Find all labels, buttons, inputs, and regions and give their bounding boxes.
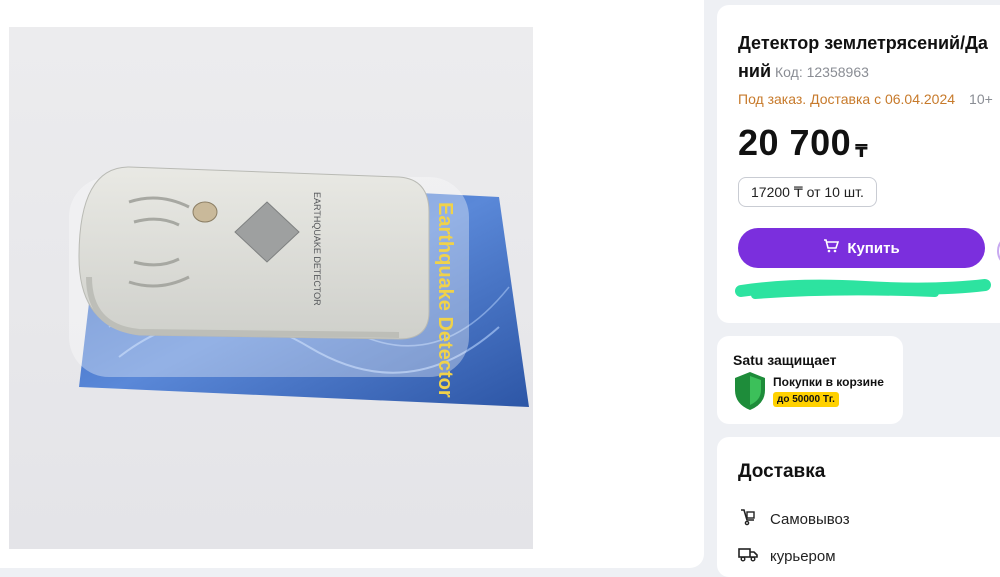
protection-badge: до 50000 Тг.: [773, 392, 839, 407]
price-currency: ₸: [855, 141, 869, 161]
card-label-text: Earthquake Detector: [434, 202, 456, 398]
pickup-icon: [738, 507, 758, 531]
redaction-scribble: [735, 279, 991, 299]
product-image[interactable]: EARTHQUAKE DETECTOR Earthquake Detector: [9, 27, 533, 549]
product-gallery: EARTHQUAKE DETECTOR Earthquake Detector: [0, 0, 704, 568]
delivery-title: Доставка: [738, 461, 826, 482]
device-label-text: EARTHQUAKE DETECTOR: [312, 192, 322, 306]
protection-text: Покупки в корзине: [773, 375, 884, 389]
price-value: 20 700: [738, 122, 852, 163]
order-extra: 10+: [969, 91, 993, 107]
pickup-label: Самовывоз: [770, 510, 850, 528]
delivery-option-courier[interactable]: курьером: [738, 544, 836, 568]
earthquake-detector-photo: EARTHQUAKE DETECTOR Earthquake Detector: [69, 166, 529, 407]
product-code: Код: 12358963: [775, 64, 869, 80]
bulk-price-badge[interactable]: 17200 ₸ от 10 шт.: [738, 177, 877, 207]
product-title-line1: Детектор землетрясений/Да: [738, 33, 988, 53]
delivery-option-pickup[interactable]: Самовывоз: [738, 507, 850, 531]
order-note-text: Под заказ. Доставка с 06.04.2024: [738, 91, 956, 107]
order-note: Под заказ. Доставка с 06.04.2024 10+: [738, 91, 993, 107]
truck-icon: [738, 544, 758, 568]
shield-icon: [735, 372, 765, 410]
delivery-card: Доставка Самовывоз курьером: [717, 437, 1000, 577]
protection-title: Satu защищает: [733, 352, 837, 368]
buyer-protection-card[interactable]: Satu защищает Покупки в корзине до 50000…: [717, 336, 903, 424]
buy-label: Купить: [847, 239, 900, 257]
product-title-line2: ний: [738, 61, 772, 81]
courier-label: курьером: [770, 547, 836, 565]
cart-icon: [823, 238, 840, 258]
product-price: 20 700 ₸: [738, 122, 868, 164]
product-title: Детектор землетрясений/Да ний Код: 123589…: [738, 29, 1000, 86]
product-info-card: Детектор землетрясений/Да ний Код: 123589…: [717, 5, 1000, 323]
buy-button[interactable]: Купить: [738, 228, 985, 268]
